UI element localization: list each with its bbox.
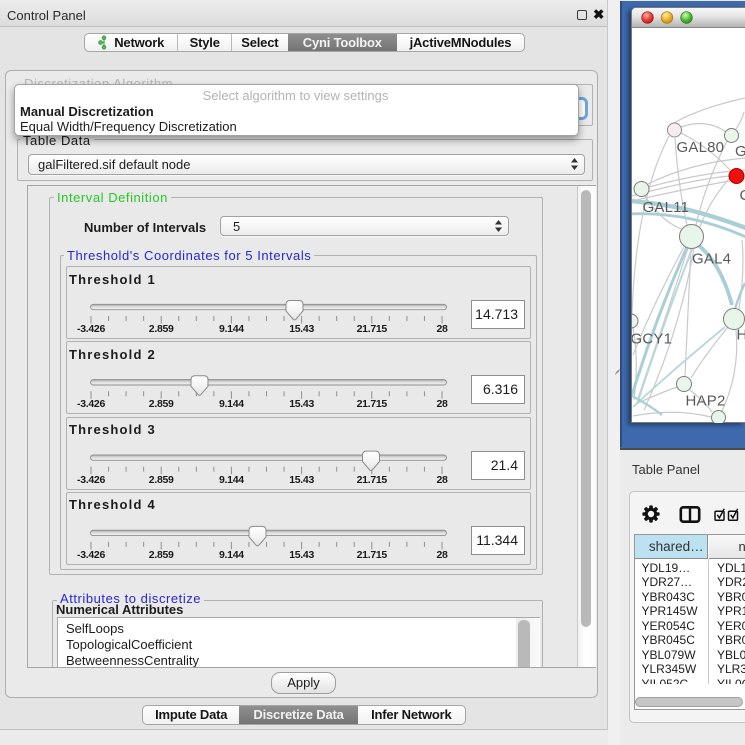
svg-text:GA: GA [735,143,745,160]
svg-text:H: H [737,327,745,344]
svg-text:GAL11: GAL11 [643,199,690,216]
svg-text:C: C [740,187,745,204]
svg-text:GAL80: GAL80 [677,139,725,156]
svg-text:HAP2: HAP2 [686,393,726,410]
svg-text:GCY1: GCY1 [632,331,672,348]
svg-text:GAL4: GAL4 [692,251,731,268]
